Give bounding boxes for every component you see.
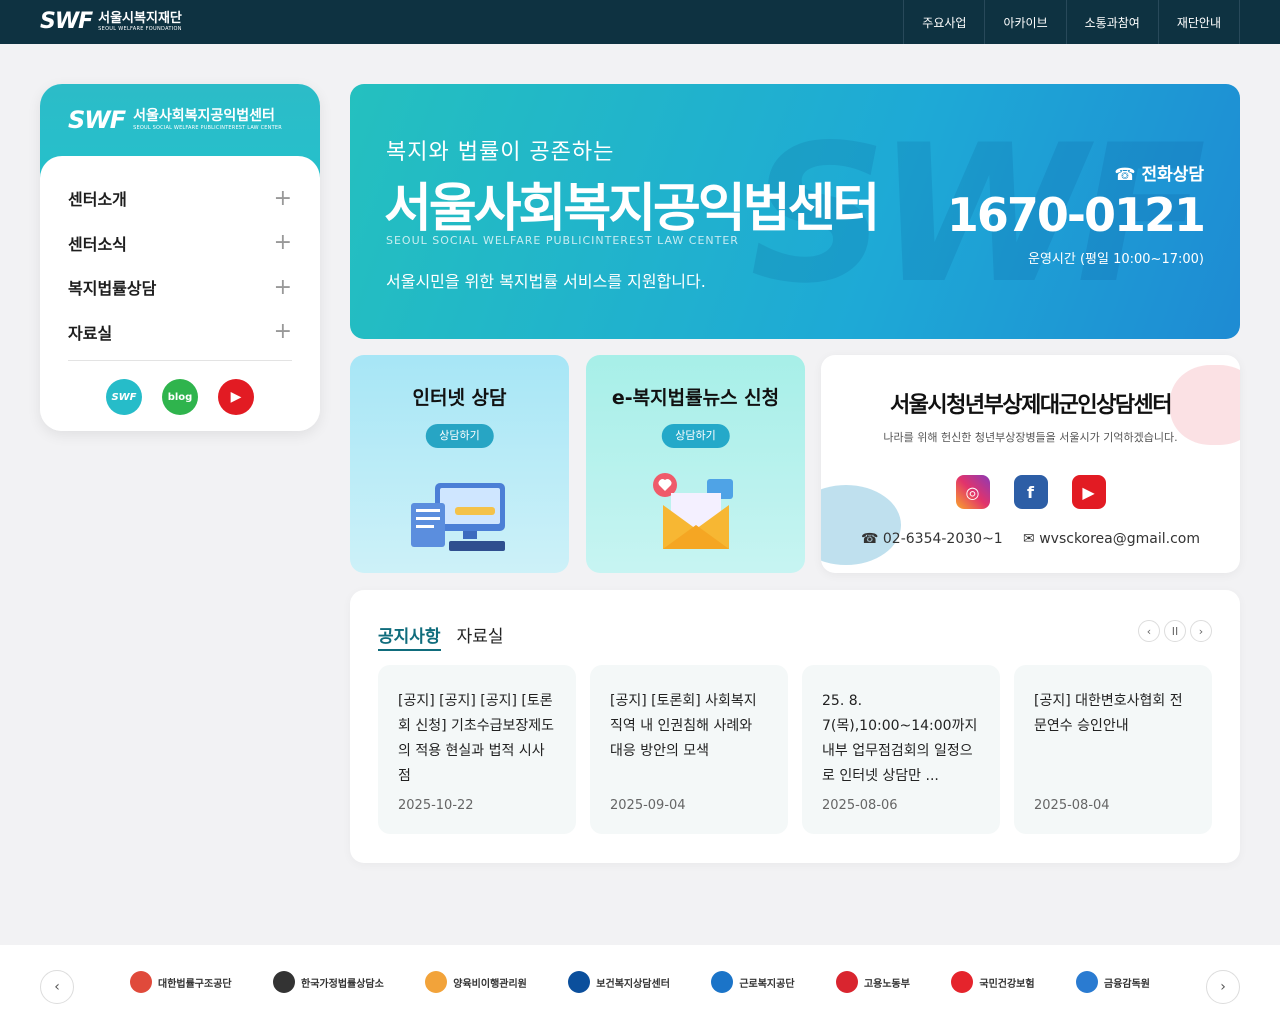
card-title: 인터넷 상담 <box>412 387 507 409</box>
envelope-icon <box>652 473 733 549</box>
nav-archive[interactable]: 아카이브 <box>984 0 1065 44</box>
plus-icon[interactable]: + <box>274 275 292 300</box>
banner-subtitle: 복지와 법률이 공존하는 <box>386 140 615 165</box>
banner-description: 서울시민을 위한 복지법률 서비스를 지원합니다. <box>386 272 706 291</box>
list-item[interactable]: 25. 8. 7(목),10:00~14:00까지 내부 업무점검회의 일정으로… <box>802 665 1000 834</box>
chevron-left-icon[interactable]: ‹ <box>1138 620 1160 642</box>
card-title: e-복지법률뉴스 신청 <box>611 387 780 409</box>
partner-logo-icon <box>130 971 152 993</box>
partner-link[interactable]: 고용노동부 <box>835 971 910 993</box>
nav-foundation-info[interactable]: 재단안내 <box>1157 0 1240 44</box>
partner-logo-icon <box>711 971 734 993</box>
banner-title: 서울사회복지공익법센터 <box>384 179 880 239</box>
logo-english-name: SEOUL WELFARE FOUNDATION <box>98 25 182 32</box>
post-title: 25. 8. 7(목),10:00~14:00까지 내부 업무점검회의 일정으로… <box>822 693 978 784</box>
phone-consult-label: ☎ 전화상담 <box>1114 165 1204 185</box>
partner-logo-icon <box>425 971 448 993</box>
pause-icon[interactable]: II <box>1164 620 1186 642</box>
veteran-email[interactable]: ✉ wvsckorea@gmail.com <box>1023 531 1200 547</box>
nav-main-business[interactable]: 주요사업 <box>903 0 984 44</box>
partner-logo-icon <box>1076 971 1098 993</box>
plus-icon[interactable]: + <box>274 186 292 211</box>
chevron-right-icon[interactable]: › <box>1190 620 1212 642</box>
notice-tabs: 공지사항 자료실 <box>378 622 503 651</box>
consult-button[interactable]: 상담하기 <box>425 424 494 448</box>
tab-notice[interactable]: 공지사항 <box>378 622 441 651</box>
partner-link[interactable]: 금융감독원 <box>1076 971 1150 993</box>
internet-consult-card[interactable]: 인터넷 상담 상담하기 <box>350 355 569 573</box>
sidebar-item-center-news[interactable]: 센터소식 + <box>68 221 292 266</box>
post-date: 2025-09-04 <box>610 798 686 813</box>
partner-link[interactable]: 대한법률구조공단 <box>130 971 232 993</box>
hero-banner: SWF 복지와 법률이 공존하는 서울사회복지공익법센터 SEOUL SOCIA… <box>350 84 1240 339</box>
facebook-icon[interactable]: f <box>1013 475 1048 509</box>
post-title: [공지] [토론회] 사회복지 직역 내 인권침해 사례와 대응 방안의 모색 <box>610 693 757 759</box>
list-item[interactable]: [공지] 대한변호사협회 전문연수 승인안내 2025-08-04 <box>1014 665 1212 834</box>
chevron-left-icon[interactable]: ‹ <box>40 970 74 1004</box>
notice-list: [공지] [공지] [공지] [토론회 신청] 기초수급보장제도의 적용 현실과… <box>378 665 1212 834</box>
partner-logo-icon <box>951 971 974 993</box>
center-logo-mark: SWF <box>68 106 126 134</box>
veteran-center-card: 서울시청년부상제대군인상담센터 나라를 위해 헌신한 청년부상장병들을 서울시가… <box>821 355 1240 573</box>
post-date: 2025-08-06 <box>822 798 898 813</box>
veteran-center-subtitle: 나라를 위해 헌신한 청년부상장병들을 서울시가 기억하겠습니다. <box>883 431 1178 444</box>
veteran-phone: ☎ 02-6354-2030~1 <box>861 531 1003 547</box>
instagram-icon[interactable]: ◎ <box>955 475 990 509</box>
swf-icon[interactable]: SWF <box>106 379 142 415</box>
post-date: 2025-10-22 <box>398 798 474 813</box>
youtube-icon[interactable]: ▶ <box>1071 475 1106 509</box>
social-links: SWF blog ▶ <box>68 379 292 415</box>
plus-icon[interactable]: + <box>274 319 292 344</box>
foundation-logo[interactable]: SWF 서울시복지재단 SEOUL WELFARE FOUNDATION <box>40 9 182 34</box>
partner-logo-icon <box>568 971 591 993</box>
partner-list: 대한법률구조공단 한국가정법률상담소 양육비이행관리원 보건복지상담센터 근로복… <box>130 971 1150 993</box>
nav-communication[interactable]: 소통과참여 <box>1065 0 1158 44</box>
carousel-controls: ‹ II › <box>1138 620 1212 642</box>
list-item[interactable]: [공지] [공지] [공지] [토론회 신청] 기초수급보장제도의 적용 현실과… <box>378 665 576 834</box>
veteran-contact: ☎ 02-6354-2030~1 ✉ wvsckorea@gmail.com <box>861 531 1200 547</box>
plus-icon[interactable]: + <box>274 230 292 255</box>
blog-icon[interactable]: blog <box>162 379 198 415</box>
center-logo-korean: 서울사회복지공익법센터 <box>133 108 275 125</box>
veteran-center-title: 서울시청년부상제대군인상담센터 <box>889 393 1173 418</box>
sidebar-menu: 센터소개 + 센터소식 + 복지법률상담 + 자료실 + SWF blog ▶ <box>40 156 320 431</box>
consult-button[interactable]: 상담하기 <box>661 424 730 448</box>
banner-english-title: SEOUL SOCIAL WELFARE PUBLICINTEREST LAW … <box>386 234 739 247</box>
phone-number[interactable]: 1670-0121 <box>947 188 1206 242</box>
sidebar-item-legal-consult[interactable]: 복지법률상담 + <box>68 265 292 310</box>
e-welfare-news-card[interactable]: e-복지법률뉴스 신청 상담하기 <box>586 355 805 573</box>
sidebar-item-library[interactable]: 자료실 + <box>68 310 292 355</box>
notice-panel: 공지사항 자료실 ‹ II › [공지] [공지] [공지] [토론회 신청] … <box>350 590 1240 863</box>
veteran-social-links: ◎ f ▶ <box>821 475 1240 509</box>
top-bar: SWF 서울시복지재단 SEOUL WELFARE FOUNDATION 주요사… <box>0 0 1280 44</box>
partner-logo-icon <box>273 971 296 993</box>
center-logo[interactable]: SWF 서울사회복지공익법센터 SEOUL SOCIAL WELFARE PUB… <box>68 106 282 134</box>
computer-icon <box>410 483 505 551</box>
divider <box>68 360 292 361</box>
logo-mark: SWF <box>40 9 93 34</box>
top-nav: 주요사업 아카이브 소통과참여 재단안내 <box>903 0 1240 44</box>
logo-korean-name: 서울시복지재단 <box>98 10 182 26</box>
post-date: 2025-08-04 <box>1034 798 1110 813</box>
youtube-icon[interactable]: ▶ <box>218 379 254 415</box>
list-item[interactable]: [공지] [토론회] 사회복지 직역 내 인권침해 사례와 대응 방안의 모색 … <box>590 665 788 834</box>
tab-library[interactable]: 자료실 <box>457 622 504 651</box>
chevron-right-icon[interactable]: › <box>1206 970 1240 1004</box>
sidebar-item-center-intro[interactable]: 센터소개 + <box>68 176 292 221</box>
partner-banner: ‹ 대한법률구조공단 한국가정법률상담소 양육비이행관리원 보건복지상담센터 근… <box>0 945 1280 1024</box>
partner-link[interactable]: 근로복지공단 <box>711 971 795 993</box>
partner-link[interactable]: 국민건강보험 <box>951 971 1035 993</box>
post-title: [공지] 대한변호사협회 전문연수 승인안내 <box>1034 693 1183 734</box>
partner-link[interactable]: 양육비이행관리원 <box>425 971 527 993</box>
operating-hours: 운영시간 (평일 10:00~17:00) <box>1028 252 1204 267</box>
center-logo-english: SEOUL SOCIAL WELFARE PUBLICINTEREST LAW … <box>133 124 282 131</box>
post-title: [공지] [공지] [공지] [토론회 신청] 기초수급보장제도의 적용 현실과… <box>398 693 555 784</box>
partner-link[interactable]: 보건복지상담센터 <box>568 971 670 993</box>
partner-logo-icon <box>835 971 858 993</box>
sidebar: SWF 서울사회복지공익법센터 SEOUL SOCIAL WELFARE PUB… <box>40 84 320 431</box>
partner-link[interactable]: 한국가정법률상담소 <box>273 971 384 993</box>
